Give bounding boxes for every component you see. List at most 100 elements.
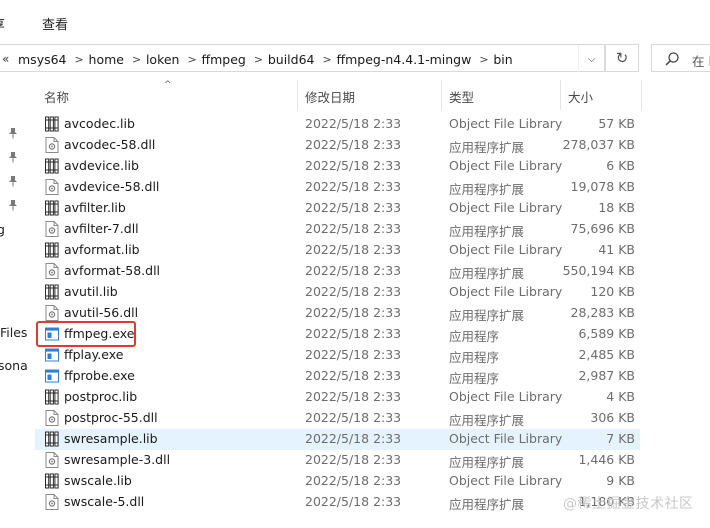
chevron-right-icon[interactable]: > — [75, 53, 84, 66]
crumb-ffmpeg-n4-4-1-mingw[interactable]: ffmpeg-n4.4.1-mingw — [337, 52, 472, 67]
column-header-type[interactable]: 类型 — [449, 87, 474, 106]
file-name[interactable]: postproc.lib — [64, 389, 137, 404]
column-header-name[interactable]: 名称 — [44, 87, 69, 106]
chevron-right-icon[interactable]: > — [323, 53, 332, 66]
file-name[interactable]: ffprobe.exe — [64, 368, 135, 383]
file-row[interactable]: swscale.lib 2022/5/18 2:33 Object File Lib… — [30, 471, 710, 492]
file-size: 278,037 KB — [562, 137, 635, 152]
file-name[interactable]: avcodec.lib — [64, 116, 135, 131]
file-name[interactable]: postproc-55.dll — [64, 410, 158, 425]
column-divider[interactable] — [441, 80, 442, 110]
crumb-home[interactable]: home — [89, 52, 124, 67]
file-row[interactable]: swresample-3.dll 2022/5/18 2:33 应用程序扩展 1,44… — [30, 450, 710, 471]
file-row[interactable]: avformat.lib 2022/5/18 2:33 Object File Li… — [30, 240, 710, 261]
file-date: 2022/5/18 2:33 — [305, 242, 402, 257]
file-type: 应用程序 — [449, 371, 500, 386]
column-divider[interactable] — [297, 80, 298, 110]
file-name[interactable]: avdevice.lib — [64, 158, 139, 173]
column-header-size[interactable]: 大小 — [568, 87, 593, 106]
nav-item-fragment[interactable]: Files — [0, 325, 27, 340]
lib-icon — [45, 200, 59, 216]
file-row[interactable]: avfilter-7.dll 2022/5/18 2:33 应用程序扩展 75,696… — [30, 219, 710, 240]
file-row[interactable]: avdevice-58.dll 2022/5/18 2:33 应用程序扩展 19,07… — [30, 177, 710, 198]
file-date: 2022/5/18 2:33 — [305, 137, 402, 152]
file-name[interactable]: avformat-58.dll — [64, 263, 160, 278]
file-name[interactable]: avcodec-58.dll — [64, 137, 155, 152]
file-row[interactable]: avcodec-58.dll 2022/5/18 2:33 应用程序扩展 278,03… — [30, 135, 710, 156]
file-row[interactable]: avutil.lib 2022/5/18 2:33 Object File Libr… — [30, 282, 710, 303]
pin-icon[interactable] — [8, 199, 18, 211]
chevron-right-icon[interactable]: > — [479, 53, 488, 66]
nav-item-fragment[interactable]: g — [0, 222, 5, 237]
file-name[interactable]: avutil-56.dll — [64, 305, 138, 320]
file-name[interactable]: avdevice-58.dll — [64, 179, 159, 194]
file-date: 2022/5/18 2:33 — [305, 431, 402, 446]
file-name[interactable]: swresample.lib — [64, 431, 158, 446]
file-row[interactable]: avcodec.lib 2022/5/18 2:33 Object File Lib… — [30, 114, 710, 135]
file-date: 2022/5/18 2:33 — [305, 347, 402, 362]
file-name[interactable]: avformat.lib — [64, 242, 140, 257]
file-type: 应用程序扩展 — [449, 182, 525, 197]
highlight-annotation — [36, 321, 136, 347]
file-name[interactable]: swscale.lib — [64, 473, 132, 488]
file-size: 2,987 KB — [578, 368, 635, 383]
column-divider[interactable] — [560, 80, 561, 110]
pin-icon[interactable] — [8, 175, 18, 187]
crumb-ffmpeg[interactable]: ffmpeg — [201, 52, 245, 67]
file-row[interactable]: ffplay.exe 2022/5/18 2:33 应用程序 2,485 KB — [30, 345, 710, 366]
file-row[interactable]: postproc.lib 2022/5/18 2:33 Object File Li… — [30, 387, 710, 408]
file-size: 6,589 KB — [578, 326, 635, 341]
file-name[interactable]: avutil.lib — [64, 284, 118, 299]
file-size: 9 KB — [606, 473, 635, 488]
breadcrumb-overflow-icon[interactable]: « — [2, 52, 12, 66]
chevron-right-icon[interactable]: > — [132, 53, 141, 66]
ribbon-tab-share[interactable]: 享 — [0, 14, 5, 33]
file-date: 2022/5/18 2:33 — [305, 284, 402, 299]
file-name[interactable]: avfilter.lib — [64, 200, 126, 215]
pin-icon[interactable] — [8, 151, 18, 163]
file-name[interactable]: ffplay.exe — [64, 347, 123, 362]
nav-item-fragment[interactable]: sona — [0, 358, 28, 373]
file-size: 41 KB — [598, 242, 635, 257]
crumb-msys64[interactable]: msys64 — [18, 52, 67, 67]
refresh-icon: ↻ — [615, 49, 629, 67]
file-date: 2022/5/18 2:33 — [305, 116, 402, 131]
lib-icon — [45, 389, 59, 405]
file-date: 2022/5/18 2:33 — [305, 179, 402, 194]
address-bar[interactable]: « msys64 > home > loken > ffmpeg > build… — [0, 44, 605, 73]
chevron-down-icon[interactable]: ⌵ — [578, 45, 604, 73]
column-header-date[interactable]: 修改日期 — [305, 87, 355, 106]
file-name[interactable]: avfilter-7.dll — [64, 221, 139, 236]
file-size: 4 KB — [606, 389, 635, 404]
file-name[interactable]: swresample-3.dll — [64, 452, 170, 467]
column-divider[interactable] — [641, 80, 642, 110]
ribbon-tab-view[interactable]: 查看 — [42, 14, 68, 33]
search-input[interactable]: 在 l — [651, 44, 710, 72]
file-name[interactable]: swscale-5.dll — [64, 494, 144, 509]
file-row[interactable]: avdevice.lib 2022/5/18 2:33 Object File Li… — [30, 156, 710, 177]
chevron-right-icon[interactable]: > — [254, 53, 263, 66]
file-size: 120 KB — [590, 284, 635, 299]
file-date: 2022/5/18 2:33 — [305, 410, 402, 425]
file-row[interactable]: ffprobe.exe 2022/5/18 2:33 应用程序 2,987 KB — [30, 366, 710, 387]
dll-icon — [45, 179, 59, 195]
refresh-button[interactable]: ↻ — [605, 44, 639, 72]
lib-icon — [45, 116, 59, 132]
file-row[interactable]: avformat-58.dll 2022/5/18 2:33 应用程序扩展 550,1… — [30, 261, 710, 282]
lib-icon — [45, 242, 59, 258]
file-size: 57 KB — [598, 116, 635, 131]
crumb-bin[interactable]: bin — [493, 52, 512, 67]
file-row[interactable]: avfilter.lib 2022/5/18 2:33 Object File Li… — [30, 198, 710, 219]
lib-icon — [45, 158, 59, 174]
file-size: 19,078 KB — [570, 179, 635, 194]
crumb-loken[interactable]: loken — [146, 52, 180, 67]
file-row[interactable]: swresample.lib 2022/5/18 2:33 Object File … — [30, 429, 710, 450]
pin-icon[interactable] — [8, 127, 18, 139]
file-type: 应用程序扩展 — [449, 497, 525, 512]
file-type: 应用程序扩展 — [449, 455, 525, 470]
file-row[interactable]: postproc-55.dll 2022/5/18 2:33 应用程序扩展 306 K… — [30, 408, 710, 429]
crumb-build64[interactable]: build64 — [268, 52, 315, 67]
file-type: 应用程序扩展 — [449, 413, 525, 428]
chevron-right-icon[interactable]: > — [187, 53, 196, 66]
address-row: « msys64 > home > loken > ffmpeg > build… — [0, 44, 710, 74]
